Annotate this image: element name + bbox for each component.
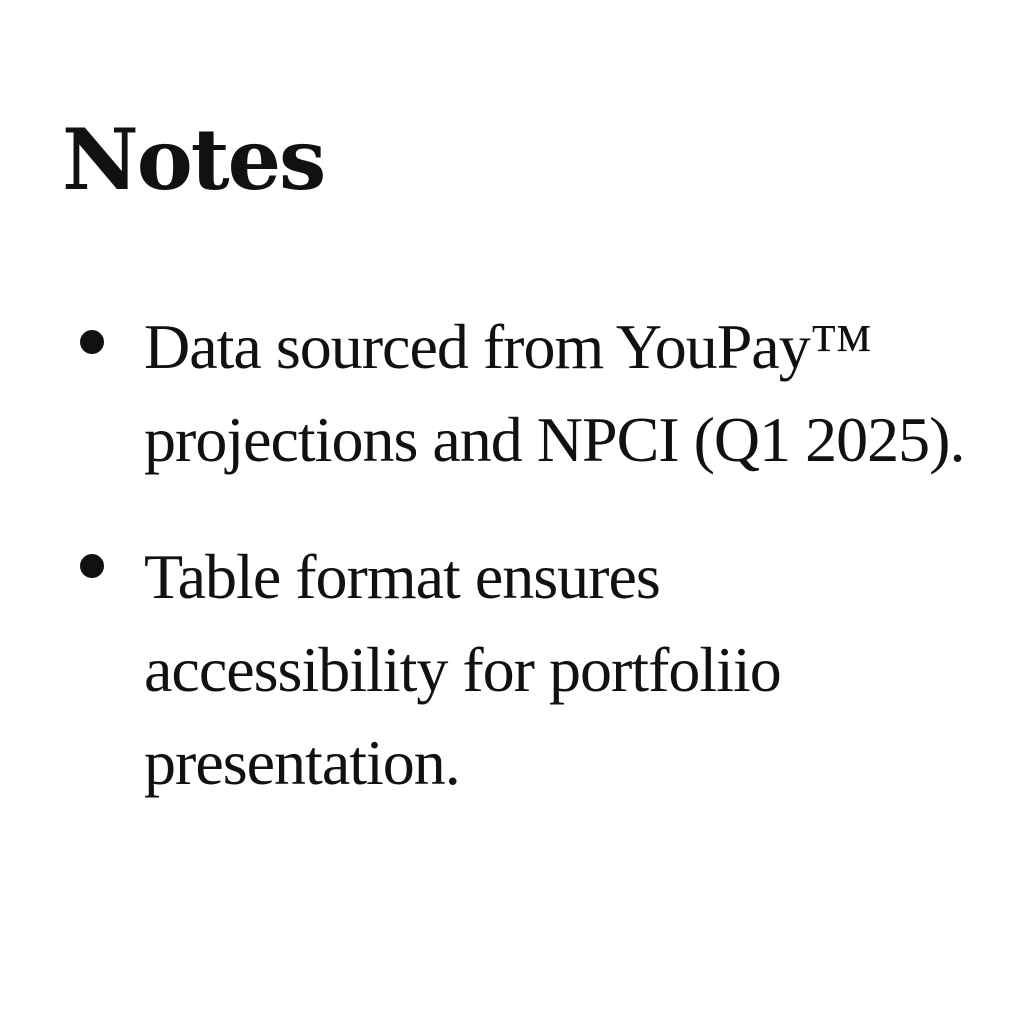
- note-line: projections and NPCI (Q1 2025).: [144, 404, 965, 475]
- notes-page: Notes Data sourced from YouPay™ projecti…: [0, 0, 1024, 1024]
- note-line: presentation.: [144, 727, 461, 798]
- note-text: Table format ensures accessibility for p…: [144, 530, 1004, 809]
- note-line: Data sourced from YouPay™: [144, 311, 872, 382]
- note-text: Data sourced from YouPay™ projections an…: [144, 300, 1004, 486]
- bullet-icon: [80, 554, 104, 578]
- bullet-icon: [80, 330, 104, 354]
- note-line: Table format ensures: [144, 541, 661, 612]
- page-title: Notes: [62, 110, 326, 209]
- note-line: accessibility for portfoliio: [144, 634, 782, 705]
